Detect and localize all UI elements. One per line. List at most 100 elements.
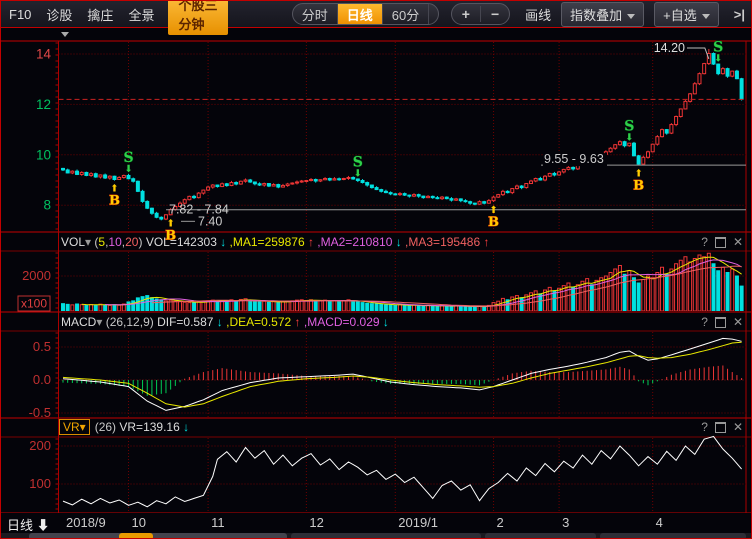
period-indicator[interactable]: 日线 ⬇ [7, 515, 50, 534]
collapse-panel-icon[interactable]: >| [734, 7, 745, 22]
header-segment: ,DEA=0.572 [223, 315, 291, 329]
vol-indicator-header[interactable]: VOL▾ (5,10,20) VOL=142303 ↓ ,MA1=259876 … [61, 233, 489, 251]
header-segment: ↓ [217, 235, 226, 249]
header-segment: ,MA3=195486 [402, 235, 480, 249]
header-segment: ,MACD=0.029 [301, 315, 380, 329]
vr-indicator-header[interactable]: VR▾(26) VR=139.16 ↓ [59, 418, 189, 436]
header-segment: 10 [108, 235, 121, 249]
svg-text:B: B [109, 194, 120, 209]
header-segment: VOL [61, 235, 85, 249]
period-tab-30分[interactable]: 30分 [428, 4, 439, 25]
period-tab-日线[interactable]: 日线 [337, 4, 382, 25]
svg-text:0.5: 0.5 [33, 339, 51, 354]
banker-button[interactable]: 擒庄 [87, 5, 113, 24]
x-axis-label: 2019/1 [398, 515, 438, 530]
header-segment: ) [138, 235, 145, 249]
svg-text:12: 12 [36, 97, 51, 112]
volume-layer [62, 253, 744, 311]
svg-text:10: 10 [36, 147, 51, 162]
x-axis-label: 10 [132, 515, 146, 530]
svg-text:2000: 2000 [22, 268, 51, 283]
header-segment: MACD [61, 315, 96, 329]
chevron-down-icon [702, 14, 710, 19]
zoom-out-button[interactable]: − [480, 6, 509, 22]
maximize-icon[interactable] [715, 422, 726, 433]
x-axis-label: 12 [309, 515, 323, 530]
header-segment: 20 [125, 235, 138, 249]
x-axis-label: 2018/9 [66, 515, 106, 530]
x-axis-label: 11 [211, 515, 225, 530]
header-segment: (26) [95, 420, 120, 434]
svg-text:-0.5: -0.5 [29, 405, 51, 420]
header-segment: ,MA2=210810 [314, 235, 392, 249]
header-segment: VOL=142303 [146, 235, 217, 249]
maximize-icon[interactable] [715, 317, 726, 328]
x-axis-label: 2 [497, 515, 504, 530]
sell-marker: ⬇ [714, 53, 722, 64]
svg-text:B: B [488, 215, 499, 230]
close-icon[interactable]: ✕ [733, 314, 743, 330]
header-segment: ↓ [380, 315, 389, 329]
zoom-in-button[interactable]: + [452, 6, 480, 22]
x-axis: 日线 ⬇ 2018/9 10 11 12 2019/1 2 3 4 [1, 513, 752, 533]
x-axis-label: 4 [656, 515, 663, 530]
period-tab-60分[interactable]: 60分 [382, 4, 428, 25]
add-watchlist-button[interactable]: +自选 [654, 2, 719, 27]
diagnose-button[interactable]: 诊股 [46, 5, 72, 24]
svg-text:14.20: 14.20 [654, 41, 685, 55]
vol-panel-icons: ? ✕ [701, 234, 743, 250]
svg-text:8: 8 [43, 198, 51, 213]
sell-marker: ⬇ [625, 133, 633, 144]
zoom-group: + − [451, 3, 510, 25]
f10-button[interactable]: F10 [9, 7, 31, 22]
sell-marker: ⬇ [124, 164, 132, 175]
macd-layer [63, 338, 742, 410]
header-segment: ,MA1=259876 [226, 235, 304, 249]
sell-marker: ⬇ [354, 168, 362, 179]
header-segment: ↓ [392, 235, 401, 249]
header-segment: ↑ [291, 315, 300, 329]
header-segment: ↓ [213, 315, 222, 329]
vr-selector[interactable]: VR▾ [59, 419, 90, 435]
period-tab-分时[interactable]: 分时 [293, 4, 337, 25]
close-icon[interactable]: ✕ [733, 419, 743, 435]
scrollbar-segment[interactable] [291, 533, 481, 539]
header-segment: ▾ [85, 235, 94, 249]
svg-text:14: 14 [36, 47, 52, 62]
maximize-icon[interactable] [715, 237, 726, 248]
candlestick-layer [62, 49, 744, 220]
svg-text:x100: x100 [21, 297, 47, 311]
index-overlay-button[interactable]: 指数叠加 [561, 2, 644, 27]
svg-text:9.55 - 9.63: 9.55 - 9.63 [544, 152, 604, 166]
header-segment: ▾ [96, 315, 105, 329]
macd-panel-icons: ? ✕ [701, 314, 743, 330]
svg-text:7.40: 7.40 [198, 214, 222, 228]
svg-text:100: 100 [29, 476, 51, 491]
macd-indicator-header[interactable]: MACD▾ (26,12,9) DIF=0.587 ↓ ,DEA=0.572 ↑… [61, 313, 389, 331]
down-arrow-icon: ⬇ [37, 518, 50, 533]
bottom-scrollbar[interactable] [1, 533, 752, 539]
header-segment: DIF=0.587 [157, 315, 213, 329]
svg-text:B: B [633, 178, 644, 193]
svg-text:0.0: 0.0 [33, 372, 51, 387]
scrollbar-segment[interactable] [485, 533, 596, 539]
scrollbar-segment[interactable] [29, 533, 287, 539]
stock-chart-window: F10 诊股 擒庄 全景 个股三分钟 分时日线60分30分周线 + − 画线 指… [0, 0, 752, 539]
help-icon[interactable]: ? [701, 419, 708, 435]
header-segment: ↑ [480, 235, 489, 249]
vr-panel-icons: ? ✕ [701, 419, 743, 435]
panorama-button[interactable]: 全景 [128, 5, 154, 24]
scrollbar-thumb[interactable] [119, 533, 153, 539]
draw-line-button[interactable]: 画线 [525, 5, 551, 24]
header-segment: (26,12,9) [106, 315, 157, 329]
scrollbar-segment[interactable] [600, 533, 746, 539]
close-icon[interactable]: ✕ [733, 234, 743, 250]
x-axis-label: 3 [562, 515, 569, 530]
help-icon[interactable]: ? [701, 314, 708, 330]
svg-text:200: 200 [29, 438, 51, 453]
chevron-down-icon [627, 14, 635, 19]
top-toolbar: F10 诊股 擒庄 全景 个股三分钟 分时日线60分30分周线 + − 画线 指… [1, 1, 752, 28]
period-tab-group: 分时日线60分30分周线 [292, 3, 439, 25]
chart-canvas[interactable]: 14 12 10 8 2000 x100 0.5 0.0 -0.5 200 100 9.55 - 9.… [1, 28, 752, 513]
help-icon[interactable]: ? [701, 234, 708, 250]
